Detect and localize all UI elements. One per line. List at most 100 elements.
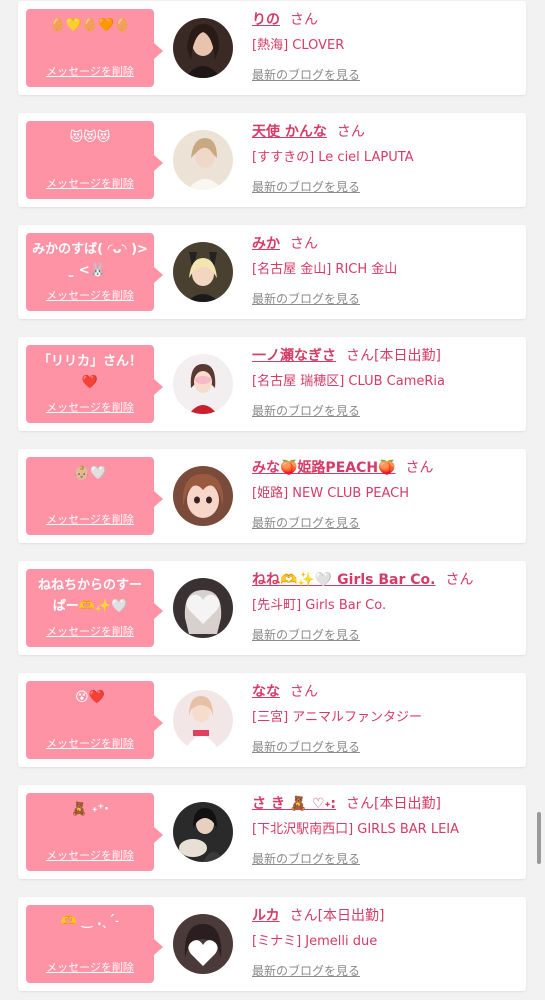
avatar-photo: [173, 242, 233, 302]
cast-name-link[interactable]: ねね🫶✨🤍 Girls Bar Co.: [252, 572, 435, 588]
message-text: 😵❤️: [75, 690, 105, 705]
latest-blog-link[interactable]: 最新のブログを見る: [252, 514, 360, 532]
shop-name: [熱海] CLOVER: [252, 38, 345, 53]
list-item: 🥚💛🥚🧡🥚 メッセージを削除 りの さん [熱海] CLOVER 最新のブログを見…: [18, 1, 526, 95]
message-bubble: 👶🏼🤍 メッセージを削除: [26, 457, 163, 535]
avatar[interactable]: [173, 802, 233, 862]
avatar-photo: [173, 802, 233, 862]
message-bubble: 🧸 ˖⁺‧ メッセージを削除: [26, 793, 163, 871]
latest-blog-link[interactable]: 最新のブログを見る: [252, 962, 360, 980]
cast-name-link[interactable]: みな🍑姫路PEACH🍑: [252, 460, 396, 476]
avatar[interactable]: [173, 914, 233, 974]
shop-name: [ミナミ] Jemelli due: [252, 934, 378, 949]
cast-info: みな🍑姫路PEACH🍑 さん [姫路] NEW CLUB PEACH 最新のブログ…: [252, 458, 522, 532]
honorific: さん: [405, 460, 434, 476]
latest-blog-link[interactable]: 最新のブログを見る: [252, 626, 360, 644]
list-item: 👶🏼🤍 メッセージを削除 みな🍑姫路PEACH🍑 さん [姫路] NEW CLUB…: [18, 449, 526, 543]
avatar[interactable]: [173, 578, 233, 638]
honorific: さん: [336, 124, 365, 140]
list-item: 「リリカ」さん！❤️ メッセージを削除 一ノ瀬なぎさ さん[本日出勤] [名古屋 …: [18, 337, 526, 431]
cast-info: ねね🫶✨🤍 Girls Bar Co. さん [先斗町] Girls Bar Co…: [252, 570, 522, 644]
message-text: みかのすば( ◜ᴗ◝ )> ̫ <🐰: [32, 242, 148, 278]
cast-name-link[interactable]: なな: [252, 684, 280, 700]
latest-blog-link[interactable]: 最新のブログを見る: [252, 66, 360, 84]
avatar-photo: [173, 130, 233, 190]
cast-info: みか さん [名古屋 金山] RICH 金山 最新のブログを見る: [252, 234, 522, 308]
message-bubble: 🥚💛🥚🧡🥚 メッセージを削除: [26, 9, 163, 87]
delete-message-link[interactable]: メッセージを削除: [26, 399, 154, 415]
message-bubble: ねねちからのすーぱー🫶✨🤍 メッセージを削除: [26, 569, 163, 647]
cast-name-link[interactable]: 天使 かんな: [252, 124, 327, 140]
message-bubble: 😻😻😻 メッセージを削除: [26, 121, 163, 199]
scrollbar[interactable]: [537, 812, 541, 864]
message-text: 🫶 ‿ .ˎˊ˗: [60, 914, 120, 929]
avatar[interactable]: [173, 130, 233, 190]
cast-info: ルカ さん[本日出勤] [ミナミ] Jemelli due 最新のブログを見る: [252, 906, 522, 980]
message-bubble: 🫶 ‿ .ˎˊ˗ メッセージを削除: [26, 905, 163, 983]
latest-blog-link[interactable]: 最新のブログを見る: [252, 290, 360, 308]
honorific: さん: [290, 12, 318, 28]
cast-info: なな さん [三宮] アニマルファンタジー 最新のブログを見る: [252, 682, 522, 756]
latest-blog-link[interactable]: 最新のブログを見る: [252, 850, 360, 868]
avatar[interactable]: [173, 242, 233, 302]
cast-info: さ き 🧸 ♡˖: さん[本日出勤] [下北沢駅南西口] GIRLS BAR LE…: [252, 794, 522, 868]
message-bubble: みかのすば( ◜ᴗ◝ )> ̫ <🐰 メッセージを削除: [26, 233, 163, 311]
latest-blog-link[interactable]: 最新のブログを見る: [252, 402, 360, 420]
list-item: ねねちからのすーぱー🫶✨🤍 メッセージを削除 ねね🫶✨🤍 Girls Bar C…: [18, 561, 526, 655]
honorific: さん[本日出勤]: [346, 348, 441, 364]
cast-name-link[interactable]: みか: [252, 236, 280, 252]
list-item: 🫶 ‿ .ˎˊ˗ メッセージを削除 ルカ さん[本日出勤] [ミナミ] Jemel…: [18, 897, 526, 991]
shop-name: [名古屋 金山] RICH 金山: [252, 262, 398, 277]
message-text: ねねちからのすーぱー🫶✨🤍: [37, 578, 142, 614]
cast-name-link[interactable]: 一ノ瀬なぎさ: [252, 348, 336, 364]
message-text: 👶🏼🤍: [73, 466, 107, 481]
avatar-photo: [173, 354, 233, 414]
cast-info: 天使 かんな さん [すすきの] Le ciel LAPUTA 最新のブログを見る: [252, 122, 522, 196]
delete-message-link[interactable]: メッセージを削除: [26, 847, 154, 863]
honorific: さん[本日出勤]: [346, 796, 441, 812]
delete-message-link[interactable]: メッセージを削除: [26, 287, 154, 303]
list-item: 🧸 ˖⁺‧ メッセージを削除 さ き 🧸 ♡˖: さん[本日出勤] [下北沢駅南西…: [18, 785, 526, 879]
list-item: 😵❤️ メッセージを削除 なな さん [三宮] アニマルファンタジー 最新のブログ…: [18, 673, 526, 767]
delete-message-link[interactable]: メッセージを削除: [26, 735, 154, 751]
message-bubble: 😵❤️ メッセージを削除: [26, 681, 163, 759]
avatar-photo: [173, 578, 233, 638]
message-text: 「リリカ」さん！❤️: [37, 354, 142, 390]
avatar[interactable]: [173, 354, 233, 414]
honorific: さん: [290, 236, 318, 252]
shop-name: [姫路] NEW CLUB PEACH: [252, 486, 410, 501]
shop-name: [下北沢駅南西口] GIRLS BAR LEIA: [252, 822, 460, 837]
shop-name: [すすきの] Le ciel LAPUTA: [252, 150, 414, 165]
shop-name: [先斗町] Girls Bar Co.: [252, 598, 387, 613]
avatar-photo: [173, 914, 233, 974]
avatar-photo: [173, 18, 233, 78]
delete-message-link[interactable]: メッセージを削除: [26, 623, 154, 639]
delete-message-link[interactable]: メッセージを削除: [26, 63, 154, 79]
shop-name: [三宮] アニマルファンタジー: [252, 710, 423, 725]
honorific: さん: [445, 572, 474, 588]
latest-blog-link[interactable]: 最新のブログを見る: [252, 178, 360, 196]
avatar[interactable]: [173, 690, 233, 750]
cast-name-link[interactable]: ルカ: [252, 908, 280, 924]
latest-blog-link[interactable]: 最新のブログを見る: [252, 738, 360, 756]
shop-name: [名古屋 瑞穂区] CLUB CameRia: [252, 374, 445, 389]
avatar-photo: [173, 466, 233, 526]
avatar[interactable]: [173, 466, 233, 526]
delete-message-link[interactable]: メッセージを削除: [26, 959, 154, 975]
honorific: さん[本日出勤]: [289, 908, 385, 924]
list-item: みかのすば( ◜ᴗ◝ )> ̫ <🐰 メッセージを削除 みか さん [名古屋 金山…: [18, 225, 526, 319]
cast-info: 一ノ瀬なぎさ さん[本日出勤] [名古屋 瑞穂区] CLUB CameRia 最新…: [252, 346, 522, 420]
message-bubble: 「リリカ」さん！❤️ メッセージを削除: [26, 345, 163, 423]
list-item: 😻😻😻 メッセージを削除 天使 かんな さん [すすきの] Le ciel LAP…: [18, 113, 526, 207]
message-text: 🥚💛🥚🧡🥚: [49, 18, 131, 33]
cast-name-link[interactable]: さ き 🧸 ♡˖:: [252, 796, 336, 812]
honorific: さん: [290, 684, 318, 700]
cast-name-link[interactable]: りの: [252, 12, 280, 28]
avatar[interactable]: [173, 18, 233, 78]
delete-message-link[interactable]: メッセージを削除: [26, 175, 154, 191]
avatar-photo: [173, 690, 233, 750]
message-text: 😻😻😻: [69, 130, 111, 145]
cast-info: りの さん [熱海] CLOVER 最新のブログを見る: [252, 10, 522, 84]
delete-message-link[interactable]: メッセージを削除: [26, 511, 154, 527]
message-text: 🧸 ˖⁺‧: [71, 802, 109, 817]
